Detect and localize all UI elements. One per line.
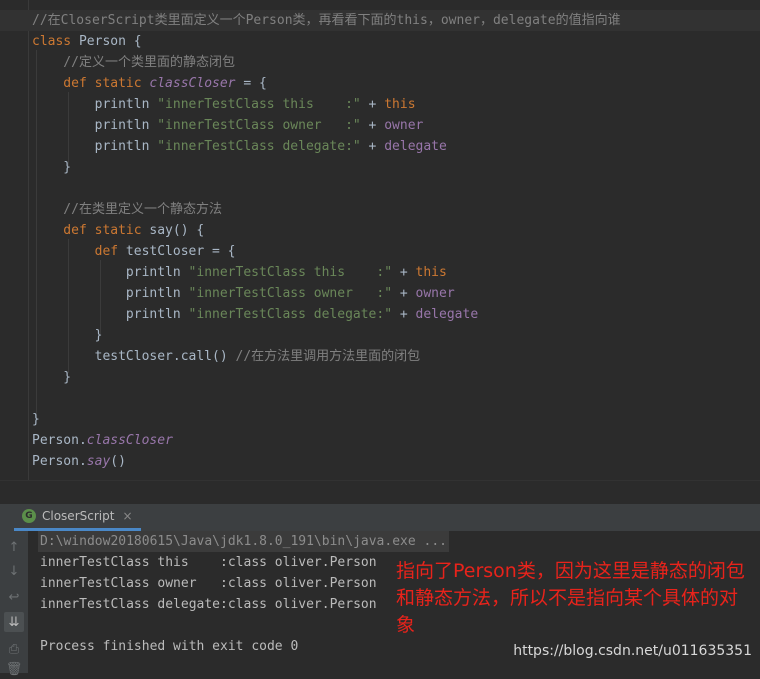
- code-line[interactable]: def static classCloser = {: [0, 73, 760, 94]
- code-token: class: [32, 34, 79, 49]
- code-token: //在方法里调用方法里面的闭包: [235, 349, 421, 364]
- tab-label: CloserScript: [42, 509, 115, 523]
- code-line[interactable]: println "innerTestClass delegate:" + del…: [0, 136, 760, 157]
- code-line[interactable]: Person.say(): [0, 451, 760, 472]
- code-token: "innerTestClass owner :": [188, 286, 393, 301]
- code-token: +: [360, 97, 385, 112]
- code-line[interactable]: }: [0, 367, 760, 388]
- code-token: println: [32, 265, 189, 280]
- scroll-to-end-icon[interactable]: ⇊: [4, 612, 24, 632]
- code-token: println: [32, 118, 158, 133]
- code-line[interactable]: println "innerTestClass delegate:" + del…: [0, 304, 760, 325]
- code-token: say() {: [149, 223, 205, 238]
- run-panel-header: G CloserScript ×: [0, 504, 760, 532]
- code-token: +: [360, 118, 385, 133]
- groovy-script-icon: G: [22, 509, 36, 523]
- code-token: +: [360, 139, 385, 154]
- console-command-line[interactable]: D:\window20180615\Java\jdk1.8.0_191\bin\…: [38, 531, 449, 552]
- console-output-line: innerTestClass delegate:class oliver.Per…: [40, 597, 377, 612]
- code-token: say: [86, 454, 111, 469]
- code-token: Person.: [32, 433, 87, 448]
- code-line[interactable]: }: [0, 325, 760, 346]
- code-token: (): [110, 454, 126, 469]
- code-line[interactable]: println "innerTestClass owner :" + owner: [0, 283, 760, 304]
- print-icon[interactable]: ⎙: [4, 639, 24, 659]
- code-token: "innerTestClass this :": [157, 97, 361, 112]
- code-line[interactable]: [0, 178, 760, 199]
- code-token: classCloser: [86, 433, 173, 448]
- code-token: +: [392, 265, 416, 280]
- code-editor[interactable]: //在CloserScript类里面定义一个Person类，再看看下面的this…: [0, 0, 760, 480]
- code-line[interactable]: //在类里定义一个静态方法: [0, 199, 760, 220]
- code-token: testCloser = {: [125, 244, 236, 259]
- code-token: +: [392, 307, 416, 322]
- console-output-line: innerTestClass owner :class oliver.Perso…: [40, 576, 377, 591]
- code-token: testCloser.call(): [32, 349, 236, 364]
- panel-splitter[interactable]: [0, 480, 760, 505]
- code-line[interactable]: println "innerTestClass this :" + this: [0, 262, 760, 283]
- code-token: "innerTestClass this :": [188, 265, 393, 280]
- code-line[interactable]: class Person {: [0, 31, 760, 52]
- code-token: +: [392, 286, 416, 301]
- code-line[interactable]: //在CloserScript类里面定义一个Person类，再看看下面的this…: [0, 10, 760, 31]
- tab-closerscript[interactable]: G CloserScript ×: [14, 504, 141, 531]
- soft-wrap-icon[interactable]: ↩: [4, 587, 24, 607]
- code-token: delegate: [415, 307, 479, 322]
- code-token: println: [32, 97, 158, 112]
- code-token: println: [32, 286, 189, 301]
- close-icon[interactable]: ×: [122, 509, 132, 523]
- code-line[interactable]: }: [0, 409, 760, 430]
- console-toolbar: ↑ ↓ ↩ ⇊ ⎙ 🗑: [0, 531, 29, 677]
- code-token: //定义一个类里面的静态闭包: [32, 55, 235, 70]
- code-token: def static: [32, 76, 150, 91]
- annotation-note: 指向了Person类，因为这里是静态的闭包和静态方法，所以不是指向某个具体的对象: [396, 560, 745, 636]
- code-line[interactable]: println "innerTestClass owner :" + owner: [0, 115, 760, 136]
- code-line[interactable]: //定义一个类里面的静态闭包: [0, 52, 760, 73]
- code-line[interactable]: }: [0, 157, 760, 178]
- code-token: "innerTestClass delegate:": [157, 139, 361, 154]
- code-token: "innerTestClass owner :": [157, 118, 361, 133]
- console-output-line: innerTestClass this :class oliver.Person: [40, 555, 377, 570]
- code-token: println: [32, 307, 189, 322]
- code-token: }: [32, 160, 72, 175]
- code-token: println: [32, 139, 158, 154]
- code-line[interactable]: def static say() {: [0, 220, 760, 241]
- code-line[interactable]: def testCloser = {: [0, 241, 760, 262]
- code-token: = {: [235, 76, 267, 91]
- code-token: def: [32, 244, 126, 259]
- code-token: this: [384, 97, 416, 112]
- trash-icon[interactable]: 🗑: [4, 659, 24, 679]
- down-arrow-icon[interactable]: ↓: [4, 561, 24, 581]
- code-token: //在CloserScript类里面定义一个Person类，再看看下面的this…: [32, 13, 621, 28]
- code-token: this: [415, 265, 447, 280]
- code-line[interactable]: [0, 388, 760, 409]
- code-token: Person {: [78, 34, 142, 49]
- code-token: classCloser: [149, 76, 236, 91]
- code-token: delegate: [384, 139, 447, 154]
- code-token: def static: [32, 223, 150, 238]
- code-line[interactable]: Person.classCloser: [0, 430, 760, 451]
- code-token: }: [32, 412, 40, 427]
- code-line[interactable]: println "innerTestClass this :" + this: [0, 94, 760, 115]
- code-token: owner: [415, 286, 455, 301]
- code-token: }: [32, 328, 103, 343]
- watermark-url: https://blog.csdn.net/u011635351: [513, 643, 752, 659]
- code-token: "innerTestClass delegate:": [188, 307, 393, 322]
- console-exit-message: Process finished with exit code 0: [40, 639, 299, 654]
- code-token: Person.: [32, 454, 87, 469]
- code-token: owner: [384, 118, 424, 133]
- up-arrow-icon[interactable]: ↑: [4, 537, 24, 557]
- code-token: }: [32, 370, 72, 385]
- code-line[interactable]: testCloser.call() //在方法里调用方法里面的闭包: [0, 346, 760, 367]
- code-token: //在类里定义一个静态方法: [32, 202, 222, 217]
